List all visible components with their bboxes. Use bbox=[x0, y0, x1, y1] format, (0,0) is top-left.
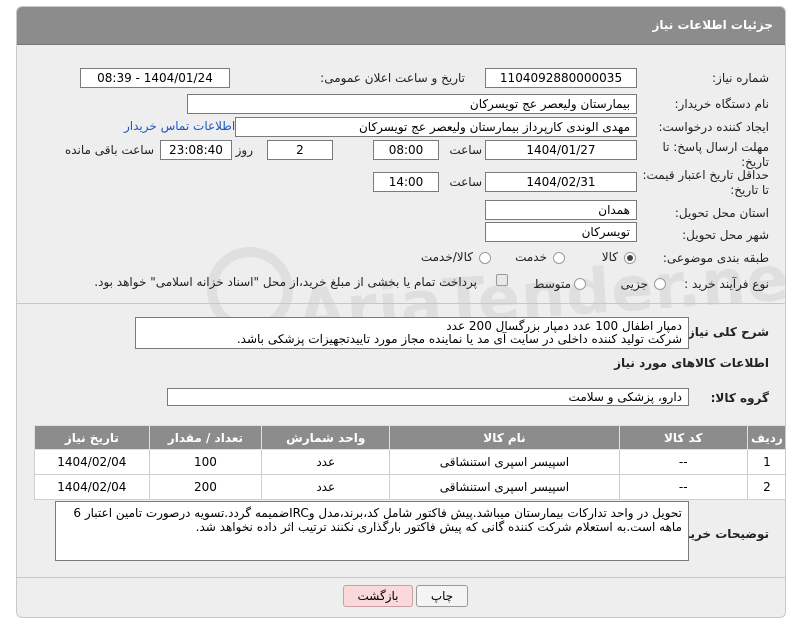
buyer-notes-line-2: ماهه است.به استعلام شرکت کننده گانی که پ… bbox=[195, 520, 682, 534]
goods-section-title: اطلاعات کالاهای مورد نیاز bbox=[614, 356, 769, 370]
creator-field: مهدی الوندی کارپرداز بیمارستان ولیعصر عج… bbox=[235, 117, 637, 137]
description-line-2: شرکت تولید کننده داخلی در سایت آی مد یا … bbox=[236, 332, 682, 346]
goods-group-label: گروه کالا: bbox=[710, 391, 769, 405]
cell-unit: عدد bbox=[261, 474, 391, 500]
send-date-field: 1404/01/27 bbox=[485, 140, 637, 160]
details-panel: جزئیات اطلاعات نیاز AriaTender.neT شماره… bbox=[16, 6, 786, 618]
cell-code: -- bbox=[618, 474, 748, 500]
print-button[interactable]: چاپ bbox=[416, 585, 468, 607]
buyer-org-field: بیمارستان ولیعصر عج تویسرکان bbox=[187, 94, 637, 114]
panel-header: جزئیات اطلاعات نیاز bbox=[17, 7, 785, 45]
cell-date: 1404/02/04 bbox=[34, 474, 150, 500]
price-time-label: ساعت bbox=[449, 175, 482, 189]
announce-field: 1404/01/24 - 08:39 bbox=[80, 68, 230, 88]
process-option-minor: جزیی bbox=[620, 277, 648, 291]
province-label: استان محل تحویل: bbox=[674, 206, 769, 220]
col-row-header: ردیف bbox=[746, 425, 785, 450]
province-field: همدان bbox=[485, 200, 637, 220]
send-time-label: ساعت bbox=[449, 143, 482, 157]
footer-divider bbox=[17, 577, 785, 578]
goods-group-field: دارو، پزشکی و سلامت bbox=[167, 388, 689, 406]
need-number-field: 1104092880000035 bbox=[485, 68, 637, 88]
cell-qty: 100 bbox=[148, 449, 263, 475]
buyer-org-label: نام دستگاه خریدار: bbox=[674, 97, 770, 111]
price-date-field: 1404/02/31 bbox=[485, 172, 637, 192]
col-code-header: کد کالا bbox=[618, 425, 748, 450]
category-radio-goods-service[interactable] bbox=[479, 252, 491, 264]
cell-unit: عدد bbox=[261, 449, 391, 475]
price-time-field: 14:00 bbox=[373, 172, 439, 192]
items-table: ردیف کد کالا نام کالا واحد شمارش تعداد /… bbox=[34, 425, 785, 500]
process-option-medium: متوسط bbox=[533, 277, 571, 291]
city-field: تویسرکان bbox=[485, 222, 637, 242]
cell-code: -- bbox=[618, 449, 748, 475]
treasury-payment-note: پرداخت تمام یا بخشی از مبلغ خرید،از محل … bbox=[94, 275, 477, 289]
col-qty-header: تعداد / مقدار bbox=[148, 425, 263, 450]
creator-label: ایجاد کننده درخواست: bbox=[658, 120, 769, 134]
section-divider bbox=[17, 303, 785, 304]
remaining-time-field: 23:08:40 bbox=[160, 140, 232, 160]
days-field: 2 bbox=[267, 140, 333, 160]
process-label: نوع فرآیند خرید : bbox=[684, 277, 769, 291]
col-unit-header: واحد شمارش bbox=[261, 425, 391, 450]
remaining-label: ساعت باقی مانده bbox=[64, 143, 154, 157]
category-label: طبقه بندی موضوعی: bbox=[662, 251, 769, 265]
city-label: شهر محل تحویل: bbox=[682, 228, 769, 242]
process-radio-minor[interactable] bbox=[654, 278, 666, 290]
back-button[interactable]: بازگشت bbox=[343, 585, 413, 607]
send-time-field: 08:00 bbox=[373, 140, 439, 160]
treasury-payment-checkbox[interactable] bbox=[496, 274, 508, 286]
category-option-goods: کالا bbox=[601, 250, 618, 264]
description-label: شرح کلی نیاز: bbox=[683, 325, 769, 339]
price-validity-label: حداقل تاریخ اعتبار قیمت: تا تاریخ: bbox=[642, 168, 769, 197]
items-table-header: ردیف کد کالا نام کالا واحد شمارش تعداد /… bbox=[34, 425, 785, 450]
buyer-notes-textarea: تحویل در واحد تدارکات بیمارستان میباشد.پ… bbox=[55, 501, 689, 561]
send-deadline-label: مهلت ارسال پاسخ: تا تاریخ: bbox=[662, 140, 769, 169]
cell-date: 1404/02/04 bbox=[34, 449, 150, 475]
category-radio-service[interactable] bbox=[553, 252, 565, 264]
description-textarea: دمپار اطفال 100 عدد دمپار بزرگسال 200 عد… bbox=[135, 317, 689, 349]
category-option-service: خدمت bbox=[515, 250, 547, 264]
cell-row: 2 bbox=[746, 474, 785, 500]
table-row: 2 -- اسپیسر اسپری استنشاقی عدد 200 1404/… bbox=[34, 474, 785, 500]
category-option-goods-service: کالا/خدمت bbox=[420, 250, 473, 264]
process-radio-medium[interactable] bbox=[574, 278, 586, 290]
col-name-header: نام کالا bbox=[389, 425, 620, 450]
need-number-label: شماره نیاز: bbox=[712, 71, 769, 85]
category-radio-goods[interactable] bbox=[624, 252, 636, 264]
panel-title: جزئیات اطلاعات نیاز bbox=[652, 18, 773, 32]
table-row: 1 -- اسپیسر اسپری استنشاقی عدد 100 1404/… bbox=[34, 449, 785, 475]
cell-name: اسپیسر اسپری استنشاقی bbox=[389, 474, 620, 500]
cell-row: 1 bbox=[746, 449, 785, 475]
buyer-contact-link[interactable]: اطلاعات تماس خریدار bbox=[124, 119, 235, 133]
announce-label: تاریخ و ساعت اعلان عمومی: bbox=[320, 71, 465, 85]
col-date-header: تاریخ نیاز bbox=[34, 425, 150, 450]
buyer-notes-line-1: تحویل در واحد تدارکات بیمارستان میباشد.پ… bbox=[73, 506, 682, 520]
cell-name: اسپیسر اسپری استنشاقی bbox=[389, 449, 620, 475]
cell-qty: 200 bbox=[148, 474, 263, 500]
